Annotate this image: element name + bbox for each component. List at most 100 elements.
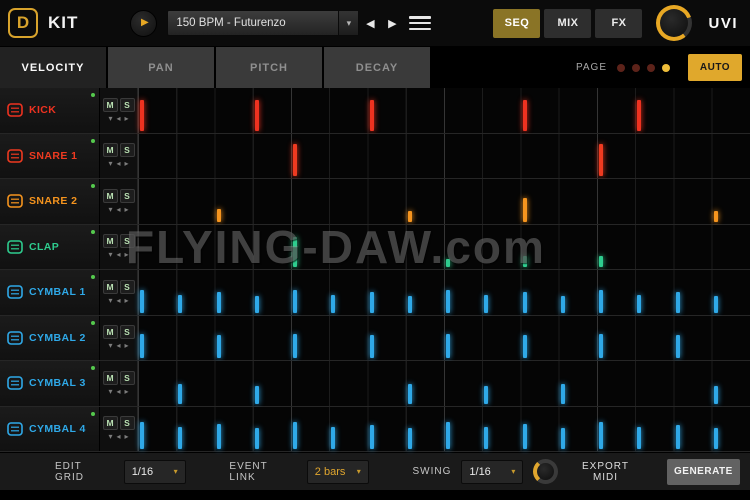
velocity-bar[interactable] bbox=[254, 295, 259, 313]
solo-button[interactable]: S bbox=[119, 143, 135, 158]
swing-knob[interactable] bbox=[533, 459, 559, 484]
velocity-bar[interactable] bbox=[369, 291, 374, 313]
step-grid[interactable] bbox=[138, 88, 750, 133]
nudge-right-icon[interactable]: ▸ bbox=[125, 205, 129, 214]
velocity-bar[interactable] bbox=[599, 334, 603, 358]
track-label-cell[interactable]: CYMBAL 3 bbox=[0, 361, 100, 406]
page-dot[interactable] bbox=[617, 63, 625, 72]
velocity-bar[interactable] bbox=[216, 335, 221, 358]
track-label-cell[interactable]: CLAP bbox=[0, 224, 100, 269]
nudge-right-icon[interactable]: ▸ bbox=[125, 433, 129, 441]
nudge-left-icon[interactable]: ◂ bbox=[116, 296, 120, 305]
nudge-left-icon[interactable]: ◂ bbox=[116, 160, 120, 168]
velocity-bar[interactable] bbox=[713, 210, 718, 222]
nudge-left-icon[interactable]: ◂ bbox=[116, 205, 120, 214]
velocity-bar[interactable] bbox=[560, 295, 565, 313]
velocity-bar[interactable] bbox=[522, 335, 527, 358]
velocity-bar[interactable] bbox=[484, 294, 489, 313]
velocity-bar[interactable] bbox=[140, 289, 144, 313]
solo-button[interactable]: S bbox=[119, 325, 135, 340]
track-label-cell[interactable]: CYMBAL 4 bbox=[0, 406, 100, 451]
velocity-bar[interactable] bbox=[713, 385, 718, 404]
step-grid[interactable] bbox=[138, 179, 750, 224]
nudge-right-icon[interactable]: ▸ bbox=[125, 160, 129, 168]
velocity-bar[interactable] bbox=[484, 427, 489, 449]
page-dot[interactable] bbox=[647, 63, 655, 72]
velocity-bar[interactable] bbox=[522, 424, 527, 449]
step-grid[interactable] bbox=[138, 406, 750, 451]
velocity-bar[interactable] bbox=[293, 422, 297, 449]
solo-button[interactable]: S bbox=[119, 97, 135, 112]
velocity-bar[interactable] bbox=[713, 428, 718, 449]
velocity-bar[interactable] bbox=[369, 425, 374, 449]
edit-grid-select[interactable]: 1/16 ▾ bbox=[123, 459, 186, 484]
velocity-bar[interactable] bbox=[560, 383, 565, 404]
tab-fx[interactable]: FX bbox=[595, 8, 643, 38]
mute-button[interactable]: M bbox=[102, 279, 118, 294]
tab-pan[interactable]: PAN bbox=[108, 47, 214, 88]
velocity-bar[interactable] bbox=[407, 295, 412, 313]
velocity-bar[interactable] bbox=[446, 422, 450, 449]
tab-seq[interactable]: SEQ bbox=[493, 8, 541, 38]
velocity-bar[interactable] bbox=[599, 256, 603, 267]
play-button[interactable]: ▶ bbox=[130, 9, 158, 37]
velocity-bar[interactable] bbox=[522, 197, 527, 222]
nudge-left-icon[interactable]: ◂ bbox=[116, 433, 120, 441]
auto-button[interactable]: AUTO bbox=[688, 54, 742, 81]
velocity-bar[interactable] bbox=[560, 428, 565, 449]
velocity-bar[interactable] bbox=[446, 289, 450, 313]
nudge-left-icon[interactable]: ◂ bbox=[116, 251, 120, 259]
mute-button[interactable]: M bbox=[102, 143, 118, 158]
preset-selector[interactable]: 150 BPM - Futurenzo ▾ bbox=[167, 10, 360, 36]
variation-down-icon[interactable]: ▾ bbox=[108, 114, 112, 123]
velocity-bar[interactable] bbox=[293, 334, 297, 358]
mute-button[interactable]: M bbox=[102, 97, 118, 112]
velocity-bar[interactable] bbox=[140, 422, 144, 449]
velocity-bar[interactable] bbox=[484, 385, 489, 404]
velocity-bar[interactable] bbox=[599, 289, 603, 313]
variation-down-icon[interactable]: ▾ bbox=[108, 160, 112, 168]
prev-preset-button[interactable]: ◀ bbox=[359, 10, 381, 36]
velocity-bar[interactable] bbox=[675, 425, 680, 449]
nudge-left-icon[interactable]: ◂ bbox=[116, 342, 120, 350]
velocity-bar[interactable] bbox=[522, 99, 527, 131]
velocity-bar[interactable] bbox=[254, 428, 259, 449]
velocity-bar[interactable] bbox=[407, 210, 412, 222]
solo-button[interactable]: S bbox=[119, 188, 135, 203]
velocity-bar[interactable] bbox=[293, 144, 297, 176]
variation-down-icon[interactable]: ▾ bbox=[108, 296, 112, 305]
velocity-bar[interactable] bbox=[446, 259, 450, 267]
tab-pitch[interactable]: PITCH bbox=[216, 47, 322, 88]
variation-down-icon[interactable]: ▾ bbox=[108, 251, 112, 259]
step-grid[interactable] bbox=[138, 361, 750, 406]
nudge-right-icon[interactable]: ▸ bbox=[125, 114, 129, 123]
velocity-bar[interactable] bbox=[140, 334, 144, 358]
step-grid[interactable] bbox=[138, 133, 750, 178]
track-label-cell[interactable]: KICK bbox=[0, 88, 100, 133]
track-label-cell[interactable]: CYMBAL 1 bbox=[0, 270, 100, 315]
velocity-bar[interactable] bbox=[713, 295, 718, 313]
solo-button[interactable]: S bbox=[119, 416, 135, 431]
solo-button[interactable]: S bbox=[119, 370, 135, 385]
variation-down-icon[interactable]: ▾ bbox=[108, 205, 112, 214]
step-grid[interactable] bbox=[138, 270, 750, 315]
nudge-right-icon[interactable]: ▸ bbox=[125, 387, 129, 396]
track-label-cell[interactable]: CYMBAL 2 bbox=[0, 315, 100, 360]
mute-button[interactable]: M bbox=[102, 188, 118, 203]
next-preset-button[interactable]: ▶ bbox=[381, 10, 403, 36]
track-label-cell[interactable]: SNARE 2 bbox=[0, 179, 100, 224]
menu-icon[interactable] bbox=[409, 16, 432, 30]
track-label-cell[interactable]: SNARE 1 bbox=[0, 133, 100, 178]
export-midi-button[interactable]: EXPORT MIDI bbox=[568, 461, 643, 483]
variation-down-icon[interactable]: ▾ bbox=[108, 433, 112, 441]
nudge-right-icon[interactable]: ▸ bbox=[125, 342, 129, 350]
tab-velocity[interactable]: VELOCITY bbox=[0, 47, 106, 88]
velocity-bar[interactable] bbox=[216, 208, 221, 222]
nudge-left-icon[interactable]: ◂ bbox=[116, 114, 120, 123]
mute-button[interactable]: M bbox=[102, 416, 118, 431]
nudge-right-icon[interactable]: ▸ bbox=[125, 251, 129, 259]
nudge-left-icon[interactable]: ◂ bbox=[116, 387, 120, 396]
variation-down-icon[interactable]: ▾ bbox=[108, 387, 112, 396]
velocity-bar[interactable] bbox=[675, 335, 680, 358]
variation-down-icon[interactable]: ▾ bbox=[108, 342, 112, 350]
